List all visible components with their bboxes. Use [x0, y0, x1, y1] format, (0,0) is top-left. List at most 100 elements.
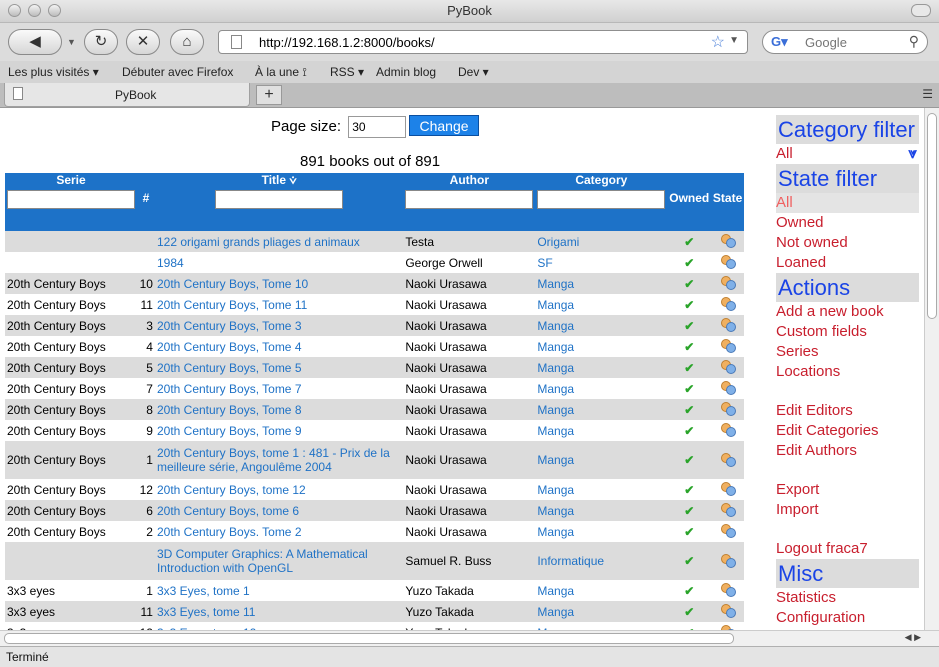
serie-filter-input[interactable]	[7, 190, 135, 209]
series-link[interactable]: Series	[776, 342, 919, 362]
horizontal-scroll-thumb[interactable]	[4, 633, 734, 644]
bookmark-headlines[interactable]: À la une ⟟	[255, 65, 307, 80]
search-bar[interactable]: G▾ ⚲	[762, 30, 928, 54]
tab-pybook[interactable]: PyBook	[4, 83, 250, 107]
bookmark-rss[interactable]: RSS ▾	[330, 65, 364, 79]
title-link[interactable]: 3x3 Eyes, tome 11	[157, 605, 256, 619]
state-users-icon[interactable]	[711, 357, 744, 378]
title-link[interactable]: 20th Century Boys, Tome 8	[157, 403, 302, 417]
state-users-icon[interactable]	[711, 231, 744, 252]
title-link[interactable]: 20th Century Boys, tome 12	[157, 483, 306, 497]
vertical-scrollbar[interactable]	[924, 108, 939, 630]
import-link[interactable]: Import	[776, 500, 919, 520]
title-link[interactable]: 20th Century Boys, Tome 9	[157, 424, 302, 438]
header-category-label[interactable]: Category	[535, 173, 667, 188]
state-users-icon[interactable]	[711, 580, 744, 601]
owned-check-icon[interactable]: ✔	[667, 336, 711, 357]
owned-check-icon[interactable]: ✔	[667, 500, 712, 521]
category-link[interactable]: Manga	[537, 525, 574, 539]
header-state[interactable]: State	[711, 173, 744, 223]
category-filter-input[interactable]	[537, 190, 666, 209]
edit-authors-link[interactable]: Edit Authors	[776, 441, 919, 461]
state-users-icon[interactable]	[711, 399, 744, 420]
url-dropdown-icon[interactable]: ▼	[729, 35, 739, 46]
owned-check-icon[interactable]: ✔	[667, 521, 711, 542]
owned-check-icon[interactable]: ✔	[667, 580, 711, 601]
category-link[interactable]: Manga	[537, 584, 574, 598]
page-size-input[interactable]	[348, 116, 407, 138]
toolbar-toggle-button[interactable]	[911, 4, 931, 17]
category-link[interactable]: SF	[537, 256, 552, 270]
title-link[interactable]: 20th Century Boys. Tome 2	[157, 525, 302, 539]
add-book-link[interactable]: Add a new book	[776, 302, 919, 322]
state-not-owned-link[interactable]: Not owned	[776, 233, 919, 253]
category-link[interactable]: Manga	[537, 453, 574, 467]
history-dropdown-icon[interactable]: ▼	[67, 37, 76, 47]
category-expand-icon[interactable]: ⩔	[909, 144, 917, 164]
state-users-icon[interactable]	[711, 252, 744, 273]
category-link[interactable]: Manga	[537, 483, 574, 497]
title-link[interactable]: 20th Century Boys, tome 1 : 481 - Prix d…	[157, 446, 390, 474]
new-tab-button[interactable]: +	[256, 85, 282, 105]
title-link[interactable]: 3D Computer Graphics: A Mathematical Int…	[157, 547, 368, 575]
title-link[interactable]: 1984	[157, 256, 184, 270]
state-users-icon[interactable]	[711, 420, 744, 441]
tab-list-icon[interactable]: ☰	[922, 87, 933, 101]
owned-check-icon[interactable]: ✔	[667, 378, 711, 399]
owned-check-icon[interactable]: ✔	[667, 273, 712, 294]
title-link[interactable]: 122 origami grands pliages d animaux	[157, 235, 360, 249]
statistics-link[interactable]: Statistics	[776, 588, 919, 608]
bookmark-admin-blog[interactable]: Admin blog	[376, 65, 436, 79]
state-all-link[interactable]: All	[776, 193, 919, 213]
category-link[interactable]: Manga	[537, 424, 574, 438]
stop-button[interactable]: ✕	[126, 29, 160, 55]
url-bar[interactable]: http://192.168.1.2:8000/books/ ☆ ▼	[218, 30, 748, 54]
category-link[interactable]: Manga	[537, 340, 574, 354]
owned-check-icon[interactable]: ✔	[667, 315, 712, 336]
state-users-icon[interactable]	[711, 479, 744, 500]
state-users-icon[interactable]	[711, 542, 744, 580]
header-author-label[interactable]: Author	[403, 173, 535, 188]
state-users-icon[interactable]	[711, 315, 744, 336]
owned-check-icon[interactable]: ✔	[667, 294, 711, 315]
owned-check-icon[interactable]: ✔	[667, 622, 711, 631]
back-button[interactable]: ◀	[8, 29, 62, 55]
bookmark-most-visited[interactable]: Les plus visités ▾	[8, 65, 99, 79]
owned-check-icon[interactable]: ✔	[667, 252, 711, 273]
state-users-icon[interactable]	[711, 378, 744, 399]
category-link[interactable]: Informatique	[537, 554, 604, 568]
title-link[interactable]: 20th Century Boys, Tome 3	[157, 319, 302, 333]
title-link[interactable]: 3x3 Eyes, tome 1	[157, 584, 250, 598]
category-link[interactable]: Manga	[537, 319, 574, 333]
category-link[interactable]: Manga	[537, 504, 574, 518]
category-link[interactable]: Manga	[537, 605, 574, 619]
state-users-icon[interactable]	[711, 500, 744, 521]
url-text[interactable]: http://192.168.1.2:8000/books/	[259, 35, 435, 50]
search-icon[interactable]: ⚲	[909, 33, 919, 50]
owned-check-icon[interactable]: ✔	[667, 441, 712, 479]
bookmark-getting-started[interactable]: Débuter avec Firefox	[122, 65, 233, 79]
title-link[interactable]: 20th Century Boys, Tome 10	[157, 277, 308, 291]
custom-fields-link[interactable]: Custom fields	[776, 322, 919, 342]
category-link[interactable]: Manga	[537, 361, 574, 375]
title-filter-input[interactable]	[215, 190, 344, 209]
category-link[interactable]: Manga	[537, 382, 574, 396]
owned-check-icon[interactable]: ✔	[667, 420, 711, 441]
category-link[interactable]: Manga	[537, 403, 574, 417]
category-all-link[interactable]: All ⩔	[776, 144, 919, 164]
edit-categories-link[interactable]: Edit Categories	[776, 421, 919, 441]
configuration-link[interactable]: Configuration	[776, 608, 919, 628]
header-title-label[interactable]: Title ⩒	[155, 173, 403, 188]
state-users-icon[interactable]	[711, 521, 744, 542]
owned-check-icon[interactable]: ✔	[667, 479, 711, 500]
state-users-icon[interactable]	[711, 336, 744, 357]
header-owned[interactable]: Owned	[667, 173, 712, 223]
vertical-scroll-thumb[interactable]	[927, 113, 937, 319]
header-num[interactable]: #	[137, 173, 155, 223]
locations-link[interactable]: Locations	[776, 362, 919, 382]
google-icon[interactable]: G▾	[771, 34, 788, 50]
home-button[interactable]: ⌂	[170, 29, 204, 55]
state-users-icon[interactable]	[711, 622, 744, 630]
title-link[interactable]: 20th Century Boys, tome 6	[157, 504, 299, 518]
owned-check-icon[interactable]: ✔	[667, 399, 712, 420]
